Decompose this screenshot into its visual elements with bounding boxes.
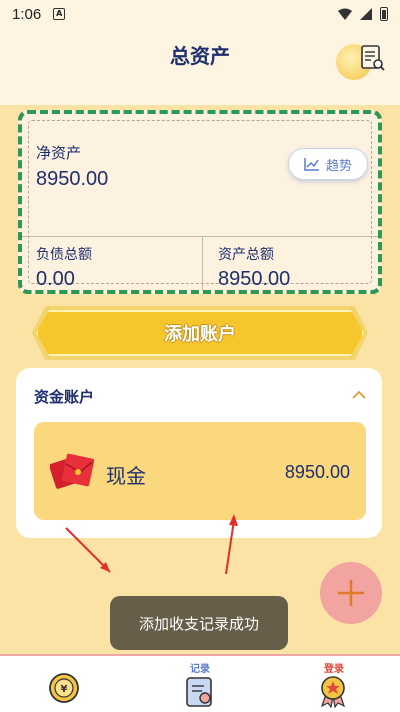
total-assets-value: 8950.00 bbox=[218, 268, 291, 290]
tab-login-label: 登录 bbox=[324, 664, 344, 675]
status-bar: 1:06 A bbox=[0, 0, 400, 28]
account-row-cash[interactable]: 现金 8950.00 bbox=[34, 422, 366, 520]
red-envelope-icon bbox=[50, 453, 95, 489]
signal-icon bbox=[360, 8, 372, 20]
svg-text:¥: ¥ bbox=[61, 684, 68, 695]
add-account-button[interactable]: 添加账户 bbox=[36, 310, 364, 356]
card-divider-vertical bbox=[202, 236, 203, 290]
success-toast: 添加收支记录成功 bbox=[110, 596, 288, 650]
chevron-up-icon[interactable] bbox=[352, 388, 366, 402]
liabilities-label: 负债总额 bbox=[36, 247, 92, 263]
status-time: 1:06 bbox=[12, 5, 42, 23]
net-assets-label: 净资产 bbox=[36, 144, 82, 162]
tab-records-label: 记录 bbox=[190, 664, 210, 675]
battery-icon bbox=[380, 7, 388, 21]
liabilities-value: 0.00 bbox=[36, 268, 75, 290]
medal-icon bbox=[320, 676, 346, 708]
account-name: 现金 bbox=[106, 464, 146, 488]
wifi-icon bbox=[338, 8, 352, 20]
fund-accounts-panel: 资金账户 现金 8950.00 bbox=[16, 368, 382, 538]
card-divider-horizontal bbox=[22, 236, 378, 237]
trend-chart-icon bbox=[304, 158, 319, 171]
coin-icon: ¥ bbox=[49, 673, 79, 703]
account-amount: 8950.00 bbox=[284, 462, 350, 482]
plus-icon bbox=[338, 580, 364, 606]
trend-button[interactable]: 趋势 bbox=[288, 148, 368, 180]
add-record-fab[interactable] bbox=[320, 562, 382, 624]
net-assets-card: 净资产 8950.00 趋势 负债总额 0.00 资产总额 8950.00 bbox=[18, 110, 382, 294]
trend-button-label: 趋势 bbox=[325, 158, 352, 174]
total-assets-label: 资产总额 bbox=[218, 247, 274, 263]
tab-login[interactable]: 登录 bbox=[304, 660, 364, 710]
record-icon bbox=[186, 677, 212, 707]
tab-assets[interactable]: ¥ bbox=[36, 660, 96, 710]
tab-records[interactable]: 记录 bbox=[170, 660, 230, 710]
bottom-tab-bar: ¥ 记录 登录 bbox=[0, 654, 400, 712]
arrow-left-head-icon bbox=[100, 562, 110, 572]
notification-icon: A bbox=[53, 8, 66, 20]
net-assets-value: 8950.00 bbox=[36, 168, 109, 190]
fund-accounts-title: 资金账户 bbox=[34, 388, 95, 406]
records-search-icon[interactable] bbox=[360, 44, 386, 72]
